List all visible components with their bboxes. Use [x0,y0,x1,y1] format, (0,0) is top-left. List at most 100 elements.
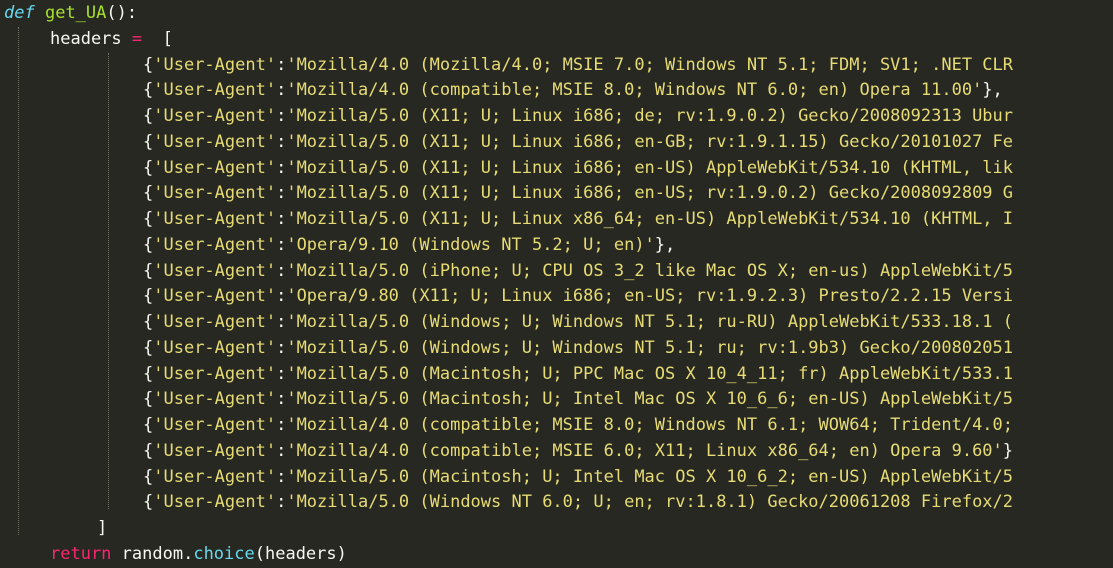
headers-list: {'User-Agent':'Mozilla/4.0 (Mozilla/4.0;… [0,53,1113,517]
code-line-entry: {'User-Agent':'Opera/9.10 (Windows NT 5.… [4,233,1113,259]
code-line-entry: {'User-Agent':'Mozilla/5.0 (X11; U; Linu… [4,181,1113,207]
code-line-entry: {'User-Agent':'Mozilla/4.0 (Mozilla/4.0;… [4,53,1113,79]
code-line-entry: {'User-Agent':'Mozilla/4.0 (compatible; … [4,413,1113,439]
entry-key: 'User-Agent' [153,363,277,384]
entry-value: 'Mozilla/5.0 (X11; U; Linux i686; en-GB;… [286,131,1014,152]
function-signature-tail: (): [106,3,138,23]
colon: : [276,466,287,487]
colon: : [276,131,287,152]
code-line-entry: {'User-Agent':'Mozilla/5.0 (X11; U; Linu… [4,156,1113,182]
function-name: get_UA [44,3,107,23]
colon: : [276,415,287,435]
colon: : [276,183,287,204]
entry-value: 'Mozilla/4.0 (compatible; MSIE 8.0; Wind… [286,415,1014,435]
entry-key: 'User-Agent' [153,106,277,126]
colon: : [276,337,287,358]
entry-value: 'Mozilla/5.0 (Windows NT 6.0; U; en; rv:… [286,492,1014,513]
code-line-entry: {'User-Agent':'Mozilla/4.0 (compatible; … [4,78,1113,104]
entry-key: 'User-Agent' [153,286,277,307]
colon: : [276,209,287,229]
colon: : [276,260,287,281]
brace-open: { [143,234,154,255]
code-line-entry: {'User-Agent':'Mozilla/5.0 (Windows NT 6… [4,490,1113,516]
entry-tail: }, [654,234,676,255]
code-line-entry: {'User-Agent':'Mozilla/5.0 (Windows; U; … [4,336,1113,362]
brace-open: { [143,80,154,101]
return-method: choice [193,543,255,564]
colon: : [276,54,287,75]
brace-open: { [143,209,154,229]
entry-key: 'User-Agent' [153,260,277,281]
entry-value: 'Mozilla/5.0 (Macintosh; U; PPC Mac OS X… [286,363,1014,384]
entry-key: 'User-Agent' [153,234,277,255]
code-line-assign: headers = [ [4,27,1113,53]
entry-key: 'User-Agent' [153,183,277,204]
return-keyword: return [50,543,112,564]
code-line-entry: {'User-Agent':'Mozilla/5.0 (X11; U; Linu… [4,207,1113,233]
entry-key: 'User-Agent' [153,209,277,229]
code-line-entry: {'User-Agent':'Opera/9.80 (X11; U; Linux… [4,284,1113,310]
assign-variable: headers [50,28,122,49]
code-editor[interactable]: def get_UA(): headers = [ {'User-Agent':… [0,0,1113,566]
brace-open: { [143,363,154,384]
assign-operator: = [131,28,143,49]
code-line-return: return random.choice(headers) [4,542,1113,568]
entry-value: 'Mozilla/5.0 (iPhone; U; CPU OS 3_2 like… [286,260,1014,281]
colon: : [276,157,287,178]
brace-open: { [143,106,154,126]
entry-value: 'Mozilla/5.0 (X11; U; Linux i686; de; rv… [286,106,1014,126]
entry-value: 'Mozilla/5.0 (X11; U; Linux x86_64; en-U… [286,209,1014,229]
code-line-entry: {'User-Agent':'Mozilla/5.0 (iPhone; U; C… [4,259,1113,285]
colon: : [276,389,287,410]
colon: : [276,80,287,101]
colon: : [276,492,287,513]
brace-open: { [143,157,154,178]
entry-key: 'User-Agent' [153,54,277,75]
brace-open: { [143,415,154,435]
def-keyword: def [4,3,35,23]
code-line-entry: {'User-Agent':'Mozilla/5.0 (Macintosh; U… [4,387,1113,413]
open-bracket: [ [162,28,173,49]
brace-open: { [143,312,154,332]
entry-value: 'Mozilla/4.0 (compatible; MSIE 6.0; X11;… [286,440,1003,461]
brace-open: { [143,466,154,487]
entry-value: 'Mozilla/5.0 (Windows; U; Windows NT 5.1… [286,312,1014,332]
entry-tail: } [1002,440,1014,461]
return-expr-tail: (headers) [254,543,347,564]
return-expr-head: random. [121,543,194,564]
code-line-entry: {'User-Agent':'Mozilla/4.0 (compatible; … [4,439,1113,465]
entry-key: 'User-Agent' [153,415,277,435]
close-bracket: ] [97,518,108,538]
code-line-entry: {'User-Agent':'Mozilla/5.0 (Macintosh; U… [4,362,1113,388]
brace-open: { [143,492,154,513]
brace-open: { [143,260,154,281]
brace-open: { [143,286,154,307]
brace-open: { [143,54,154,75]
brace-open: { [143,131,154,152]
entry-value: 'Opera/9.10 (Windows NT 5.2; U; en)' [286,234,655,255]
entry-value: 'Mozilla/4.0 (compatible; MSIE 8.0; Wind… [286,80,983,101]
brace-open: { [143,440,154,461]
entry-value: 'Mozilla/5.0 (Macintosh; U; Intel Mac OS… [286,389,1014,410]
entry-value: 'Mozilla/5.0 (X11; U; Linux i686; en-US)… [286,157,1014,178]
entry-value: 'Mozilla/4.0 (Mozilla/4.0; MSIE 7.0; Win… [286,54,1014,75]
entry-key: 'User-Agent' [153,80,277,101]
entry-key: 'User-Agent' [153,440,277,461]
entry-key: 'User-Agent' [153,312,277,332]
entry-tail: }, [982,80,1003,101]
entry-key: 'User-Agent' [153,466,277,487]
entry-value: 'Mozilla/5.0 (X11; U; Linux i686; en-US;… [286,183,1014,204]
colon: : [276,106,287,126]
code-line-def: def get_UA(): [4,1,1113,27]
code-line-entry: {'User-Agent':'Mozilla/5.0 (Windows; U; … [4,310,1113,336]
colon: : [276,286,287,307]
entry-value: 'Mozilla/5.0 (Macintosh; U; Intel Mac OS… [286,466,1014,487]
entry-key: 'User-Agent' [153,157,277,178]
brace-open: { [143,337,154,358]
code-line-close: ] [4,516,1113,542]
entry-key: 'User-Agent' [153,492,277,513]
entry-value: 'Opera/9.80 (X11; U; Linux i686; en-US; … [286,286,1014,307]
colon: : [276,234,287,255]
code-line-entry: {'User-Agent':'Mozilla/5.0 (X11; U; Linu… [4,104,1113,130]
entry-value: 'Mozilla/5.0 (Windows; U; Windows NT 5.1… [286,337,1014,358]
